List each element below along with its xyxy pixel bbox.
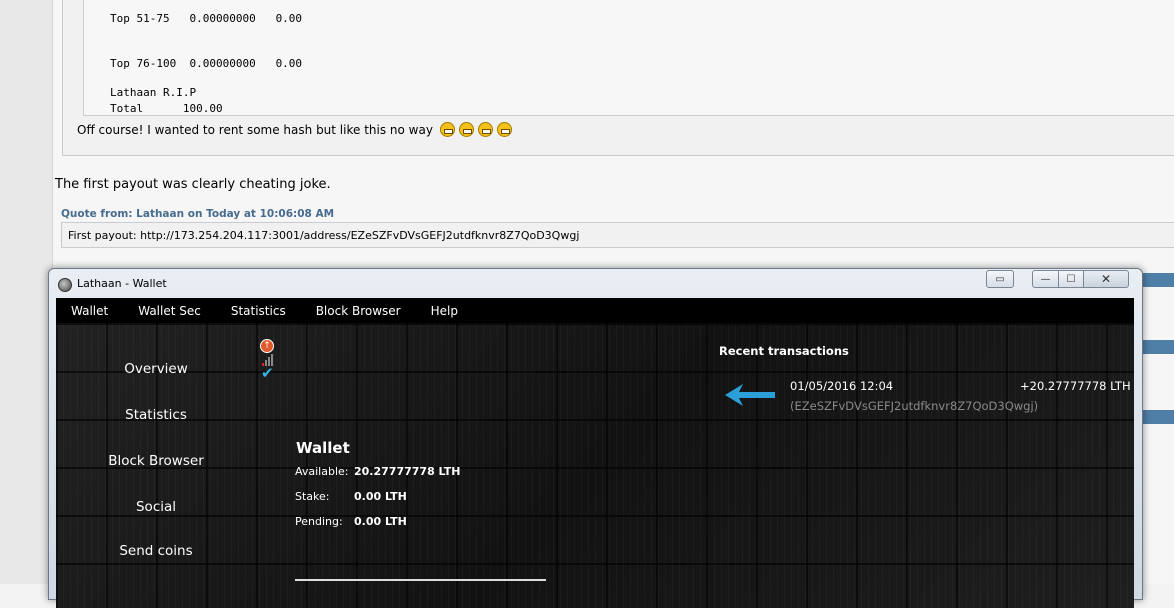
wallet-client-area: Wallet Wallet Sec Statistics Block Brows…	[56, 298, 1134, 608]
title-bar[interactable]: Lathaan - Wallet ▭ — ☐ ✕	[49, 269, 1142, 297]
quote-text: First payout: http://173.254.204.117:300…	[68, 229, 580, 242]
menu-bar: Wallet Wallet Sec Statistics Block Brows…	[56, 298, 1134, 323]
available-value: 20.27777778 LTH	[354, 465, 461, 478]
code-line: Top 76-100 0.00000000 0.00	[110, 57, 303, 70]
grin-emoji-icon	[496, 122, 512, 137]
maximize-icon: ☐	[1066, 273, 1076, 285]
recent-transactions-title: Recent transactions	[719, 344, 849, 358]
window-extra-icon: ▭	[995, 273, 1005, 285]
pending-value: 0.00 LTH	[354, 515, 407, 528]
window-extra-button[interactable]: ▭	[986, 270, 1014, 288]
nav-statistics[interactable]: Statistics	[96, 407, 216, 423]
menu-block-browser[interactable]: Block Browser	[301, 304, 416, 318]
stake-value: 0.00 LTH	[354, 490, 407, 503]
menu-wallet[interactable]: Wallet	[56, 304, 123, 318]
menu-statistics[interactable]: Statistics	[216, 304, 301, 318]
minimize-icon: —	[1040, 273, 1051, 285]
sync-check-icon: ✔	[261, 364, 274, 382]
nav-overview[interactable]: Overview	[96, 361, 216, 377]
quote-reply: Off course! I wanted to rent some hash b…	[77, 122, 512, 137]
stake-row: Stake: 0.00 LTH	[295, 490, 407, 503]
stake-label: Stake:	[295, 490, 330, 503]
nav-send-coins[interactable]: Send coins	[96, 543, 216, 559]
post-text: The first payout was clearly cheating jo…	[55, 177, 331, 192]
transaction-amount[interactable]: +20.27777778 LTH	[1020, 379, 1131, 393]
menu-help[interactable]: Help	[416, 304, 473, 318]
pending-row: Pending: 0.00 LTH	[295, 515, 407, 528]
menu-wallet-sec[interactable]: Wallet Sec	[123, 304, 216, 318]
transaction-address[interactable]: (EZeSZFvDVsGEFJ2utdfknvr8Z7QoD3Qwgj)	[790, 399, 1038, 413]
wallet-window: Lathaan - Wallet ▭ — ☐ ✕ Wallet Wallet S…	[48, 268, 1143, 608]
side-bar-strip	[1138, 410, 1174, 424]
arrow-left-icon	[725, 384, 775, 406]
signature: Lathaan R.I.P	[110, 86, 197, 99]
quote-box: First payout: http://173.254.204.117:300…	[61, 222, 1174, 248]
minimize-button[interactable]: —	[1032, 270, 1059, 288]
wood-background	[56, 323, 1134, 608]
transaction-date[interactable]: 01/05/2016 12:04	[790, 379, 893, 393]
code-line: Total 100.00	[110, 102, 223, 115]
nav-block-browser[interactable]: Block Browser	[96, 453, 216, 469]
available-row: Available: 20.27777778 LTH	[295, 465, 460, 478]
pending-label: Pending:	[295, 515, 343, 528]
maximize-button[interactable]: ☐	[1058, 270, 1084, 288]
left-gutter	[0, 0, 53, 584]
nav-social[interactable]: Social	[96, 499, 216, 515]
upload-status-icon: ↑	[260, 339, 274, 353]
outer-quote: Top 51-75 0.00000000 0.00 Top 76-100 0.0…	[62, 0, 1174, 156]
window-title: Lathaan - Wallet	[77, 277, 167, 290]
code-line: Top 51-75 0.00000000 0.00	[110, 12, 303, 25]
grin-emoji-icon	[439, 122, 455, 137]
emoji-row	[439, 122, 512, 137]
grin-emoji-icon	[477, 122, 493, 137]
grin-emoji-icon	[458, 122, 474, 137]
wallet-heading: Wallet	[296, 439, 350, 457]
side-bar-strip	[1138, 340, 1174, 354]
close-button[interactable]: ✕	[1083, 270, 1129, 288]
available-label: Available:	[295, 465, 349, 478]
quote-reply-text: Off course! I wanted to rent some hash b…	[77, 122, 433, 137]
app-icon	[58, 278, 72, 292]
wallet-divider	[295, 579, 546, 581]
quote-header-link[interactable]: Quote from: Lathaan on Today at 10:06:08…	[61, 208, 334, 220]
close-icon: ✕	[1100, 272, 1112, 286]
code-block: Top 51-75 0.00000000 0.00 Top 76-100 0.0…	[83, 0, 1174, 116]
side-bar-strip	[1138, 273, 1174, 287]
